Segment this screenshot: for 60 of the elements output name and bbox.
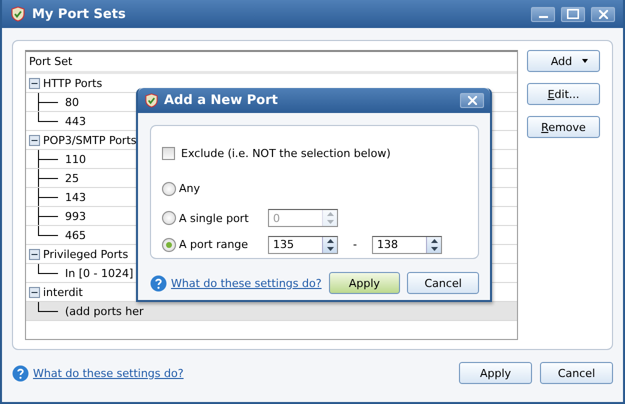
maximize-button[interactable] [561, 6, 585, 22]
caret-icon [582, 59, 588, 63]
minimize-icon [538, 16, 548, 18]
range-separator: - [352, 238, 358, 252]
tree-item-label: 80 [65, 96, 79, 108]
dialog-button[interactable]: Apply [328, 272, 400, 294]
tree-row[interactable]: (add ports her [26, 302, 517, 321]
tree-item-label: 143 [65, 190, 86, 204]
option-label: A port range [179, 238, 250, 252]
help-link[interactable]: What do these settings do? [33, 366, 184, 380]
maximize-icon [567, 9, 579, 19]
spinner-arrows-icon[interactable] [426, 236, 441, 253]
minimize-button[interactable] [531, 6, 555, 22]
tree-item-label: 443 [65, 114, 86, 128]
radio-button[interactable] [162, 238, 176, 252]
add-dropdown-button[interactable]: Add [527, 50, 600, 72]
radio-button[interactable] [162, 211, 176, 226]
side-button[interactable]: Edit... [527, 83, 600, 105]
help-icon[interactable] [150, 274, 167, 292]
collapse-icon[interactable] [29, 78, 40, 88]
tree-item-label: 465 [65, 228, 86, 242]
footer-button[interactable]: Cancel [540, 362, 613, 384]
tree-line-icon [38, 302, 58, 312]
tree-item-label: (add ports her [65, 304, 144, 318]
close-icon [598, 10, 608, 18]
option-label: A single port [179, 212, 250, 225]
collapse-icon[interactable] [29, 248, 40, 260]
port-to-field[interactable]: 138 [372, 236, 442, 254]
port-from-field[interactable]: 135 [268, 236, 338, 254]
collapse-icon[interactable] [29, 286, 40, 298]
tree-item-label: 110 [65, 152, 86, 166]
tree-line-icon [38, 264, 58, 274]
tree-line-icon [38, 188, 58, 206]
tree-item-label: interdit [43, 286, 83, 298]
tree-item-label: Privileged Ports [43, 248, 128, 260]
tree-item-label: 993 [65, 210, 86, 222]
window-title: My Port Sets [32, 6, 127, 22]
close-button[interactable] [460, 93, 484, 108]
close-button[interactable] [591, 6, 615, 22]
checkbox[interactable] [162, 146, 175, 160]
side-button[interactable]: Remove [527, 116, 600, 138]
tree-item-label: 25 [65, 172, 79, 184]
radio-button[interactable] [162, 182, 176, 196]
tree-line-icon [38, 150, 58, 168]
checkbox-label: Exclude (i.e. NOT the selection below) [181, 146, 391, 160]
help-link[interactable]: What do these settings do? [171, 276, 322, 290]
help-icon[interactable] [12, 364, 29, 382]
tree-item-label: POP3/SMTP Ports [43, 134, 136, 146]
tree-line-icon [38, 169, 58, 187]
dialog-button[interactable]: Cancel [407, 272, 479, 294]
close-icon [468, 96, 476, 105]
tree-item-label: In [0 - 1024] [65, 266, 134, 280]
collapse-icon[interactable] [29, 134, 40, 146]
shield-icon [144, 93, 159, 108]
dialog-title: Add a New Port [164, 93, 279, 108]
option-label: Any [179, 182, 202, 196]
tree-item-label: HTTP Ports [43, 76, 102, 90]
shield-icon [10, 6, 26, 22]
footer-button[interactable]: Apply [459, 362, 532, 384]
spinner-arrows-icon[interactable] [322, 236, 337, 253]
